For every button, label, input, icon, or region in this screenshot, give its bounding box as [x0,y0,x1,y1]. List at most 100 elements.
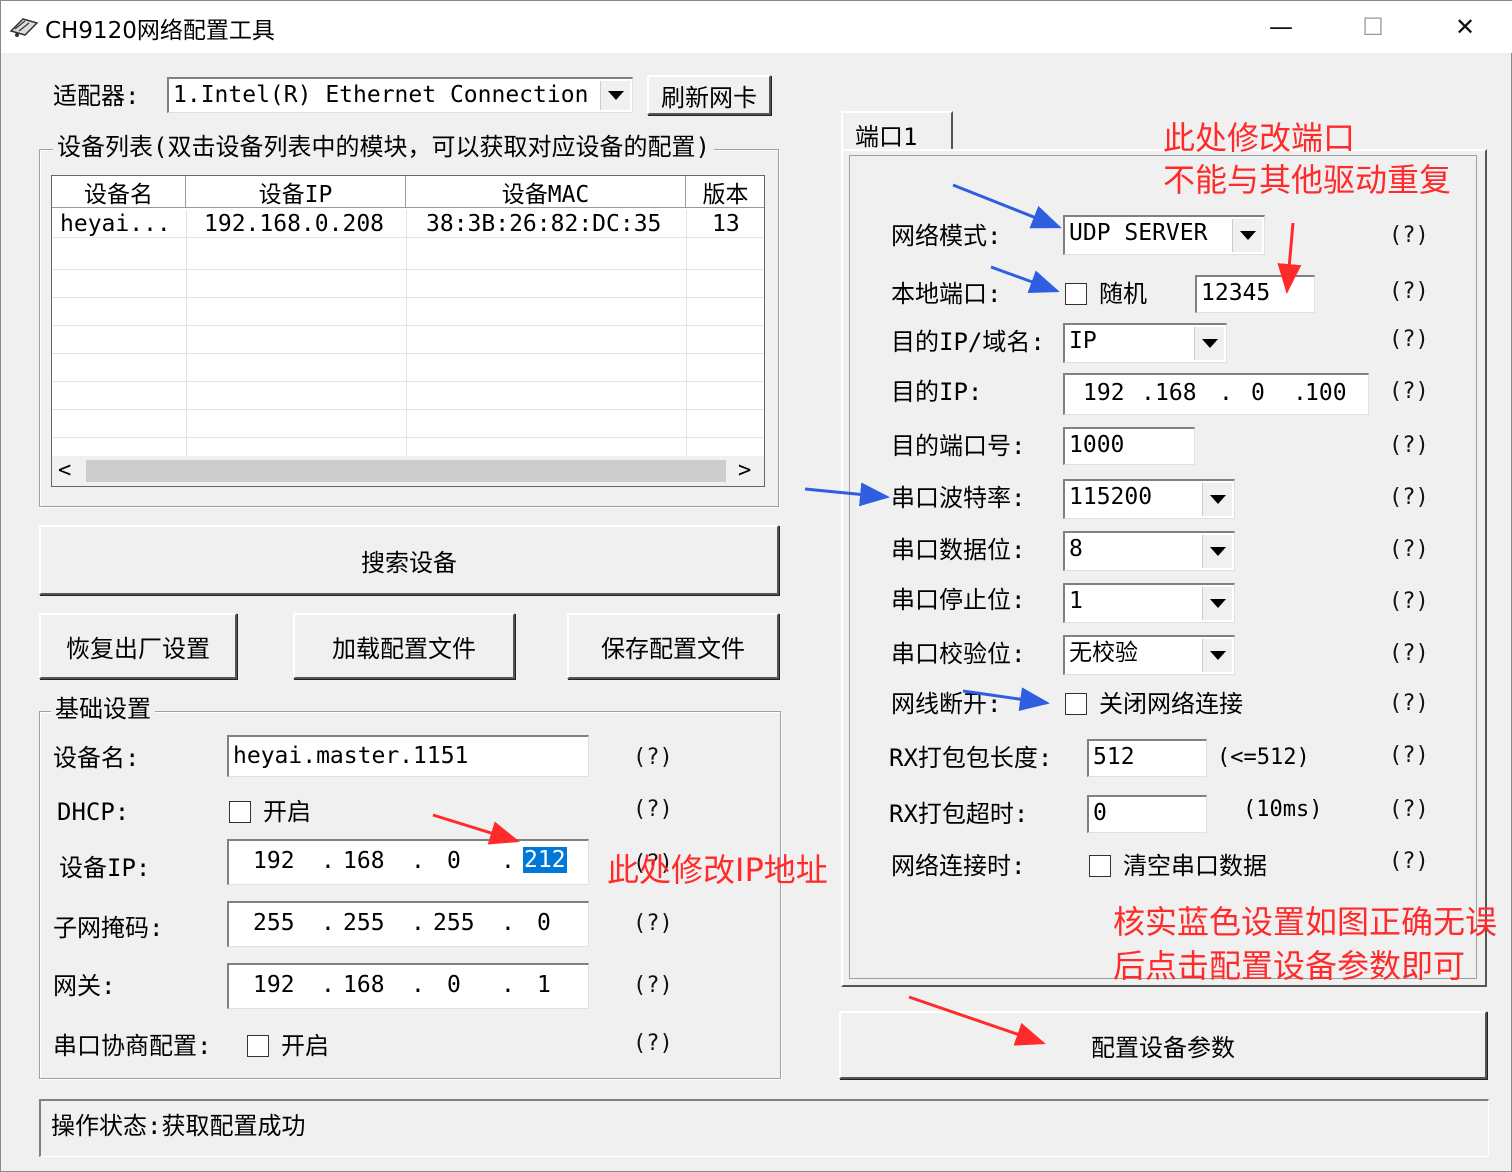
help-icon[interactable]: (?) [1389,589,1429,614]
table-row [52,382,764,410]
dhcp-checkbox[interactable] [229,801,251,823]
dest-ip-octet-2[interactable]: 168 [1155,377,1197,409]
search-device-button[interactable]: 搜索设备 [39,525,779,595]
device-name-input[interactable]: heyai.master.1151 [227,735,589,777]
horizontal-scrollbar[interactable]: < > [52,456,764,486]
rx-packet-length-input[interactable]: 512 [1087,739,1207,777]
help-icon[interactable]: (?) [633,745,673,770]
ip-octet-1[interactable]: 192 [253,845,295,877]
data-bits-select[interactable]: 8 [1063,531,1235,571]
mask-octet-2[interactable]: 255 [343,907,385,939]
rx-timeout-label: RX打包超时: [889,800,1029,828]
stop-bits-select[interactable]: 1 [1063,583,1235,623]
help-icon[interactable]: (?) [633,911,673,936]
ip-octet-3[interactable]: 0 [447,845,461,877]
chevron-down-icon[interactable] [1202,535,1232,568]
mask-octet-4[interactable]: 0 [537,907,551,939]
close-connection-checkbox[interactable] [1065,693,1087,715]
device-version-cell: 13 [712,211,740,237]
parity-label: 串口校验位: [891,640,1026,668]
column-header-name[interactable]: 设备名 [52,176,186,208]
gateway-octet-2[interactable]: 168 [343,969,385,1001]
scroll-left-icon[interactable]: < [58,456,71,486]
table-row[interactable]: heyai... 192.168.0.208 38:3B:26:82:DC:35… [52,210,764,238]
help-icon[interactable]: (?) [1389,797,1429,822]
dest-ip-octet-4[interactable]: 100 [1305,377,1347,409]
dest-ip-input[interactable]: 192 . 168 . 0 . 100 [1063,373,1369,415]
chevron-down-icon[interactable] [1232,219,1262,252]
device-ip-input[interactable]: 192 . 168 . 0 . 212 [227,839,589,885]
ip-octet-2[interactable]: 168 [343,845,385,877]
adapter-select[interactable]: 1.Intel(R) Ethernet Connection [167,77,633,113]
help-icon[interactable]: (?) [1389,327,1429,352]
scrollbar-thumb[interactable] [86,460,726,482]
close-button[interactable]: ✕ [1419,1,1511,53]
status-text: 操作状态:获取配置成功 [51,1112,306,1140]
restore-factory-button[interactable]: 恢复出厂设置 [39,613,237,679]
dest-ip-octet-1[interactable]: 192 [1083,377,1125,409]
rx-timeout-input[interactable]: 0 [1087,795,1207,833]
subnet-mask-label: 子网掩码: [53,914,164,942]
maximize-button[interactable]: ☐ [1327,1,1419,53]
stop-bits-label: 串口停止位: [891,586,1026,614]
clear-serial-checkbox[interactable] [1089,855,1111,877]
stop-bits-value: 1 [1069,588,1083,614]
help-icon[interactable]: (?) [1389,223,1429,248]
gateway-input[interactable]: 192 . 168 . 0 . 1 [227,963,589,1009]
help-icon[interactable]: (?) [1389,433,1429,458]
help-icon[interactable]: (?) [1389,641,1429,666]
gateway-octet-4[interactable]: 1 [537,969,551,1001]
parity-select[interactable]: 无校验 [1063,635,1235,675]
dhcp-label: DHCP: [57,798,130,826]
help-icon[interactable]: (?) [1389,691,1429,716]
adapter-label: 适配器: [53,82,140,110]
tab-port-1[interactable]: 端口1 [841,111,953,151]
gateway-octet-1[interactable]: 192 [253,969,295,1001]
local-port-input[interactable]: 12345 [1195,275,1315,313]
network-mode-select[interactable]: UDP SERVER [1063,215,1265,255]
net-disconnect-label: 网线断开: [891,690,1002,718]
chevron-down-icon[interactable] [1202,639,1232,672]
device-list-title: 设备列表(双击设备列表中的模块，可以获取对应设备的配置) [53,133,714,161]
help-icon[interactable]: (?) [1389,485,1429,510]
chevron-down-icon[interactable] [1202,483,1232,516]
help-icon[interactable]: (?) [1389,379,1429,404]
minimize-button[interactable]: — [1235,1,1327,53]
subnet-mask-input[interactable]: 255 . 255 . 255 . 0 [227,901,589,947]
dest-port-input[interactable]: 1000 [1063,427,1195,465]
dest-ip-octet-3[interactable]: 0 [1251,377,1265,409]
column-header-version[interactable]: 版本 [686,176,764,208]
mask-octet-3[interactable]: 255 [433,907,475,939]
help-icon[interactable]: (?) [1389,743,1429,768]
table-row [52,354,764,382]
chevron-down-icon[interactable] [600,81,630,110]
help-icon[interactable]: (?) [633,1031,673,1056]
scroll-right-icon[interactable]: > [738,456,751,486]
serial-negotiation-checkbox[interactable] [247,1035,269,1057]
help-icon[interactable]: (?) [633,797,673,822]
ip-octet-4-selected[interactable]: 212 [523,847,567,873]
dest-type-select[interactable]: IP [1063,323,1227,363]
help-icon[interactable]: (?) [633,973,673,998]
help-icon[interactable]: (?) [1389,537,1429,562]
ip-dot: . [1141,380,1155,406]
gateway-label: 网关: [53,972,116,1000]
chevron-down-icon[interactable] [1194,327,1224,360]
save-config-button[interactable]: 保存配置文件 [567,613,779,679]
main-window: CH9120网络配置工具 — ☐ ✕ 适配器: 1.Intel(R) Ether… [0,0,1512,1172]
device-ip-cell: 192.168.0.208 [204,211,385,237]
help-icon[interactable]: (?) [1389,279,1429,304]
column-header-ip[interactable]: 设备IP [186,176,406,208]
gateway-octet-3[interactable]: 0 [447,969,461,1001]
help-icon[interactable]: (?) [1389,849,1429,874]
mask-octet-1[interactable]: 255 [253,907,295,939]
refresh-adapter-button[interactable]: 刷新网卡 [647,75,771,115]
column-header-mac[interactable]: 设备MAC [406,176,686,208]
configure-device-button[interactable]: 配置设备参数 [839,1011,1487,1079]
chevron-down-icon[interactable] [1202,587,1232,620]
device-table[interactable]: 设备名 设备IP 设备MAC 版本 heyai... 192.168.0.208… [51,175,765,487]
load-config-button[interactable]: 加载配置文件 [293,613,515,679]
baud-rate-select[interactable]: 115200 [1063,479,1235,519]
table-row [52,326,764,354]
random-port-checkbox[interactable] [1065,283,1087,305]
